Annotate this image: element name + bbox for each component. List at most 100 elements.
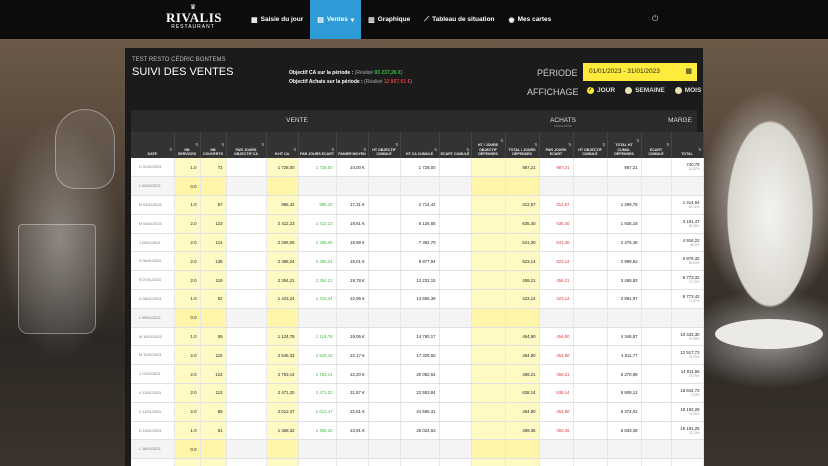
cell-date: D 01/01/2023 bbox=[131, 158, 175, 178]
column-header[interactable]: ⇅ HT OBJECTIF CUMULÉ bbox=[368, 132, 401, 158]
cell-empty bbox=[641, 439, 672, 460]
column-header[interactable]: ⇅ ECART CUMULÉ bbox=[641, 132, 672, 158]
cell-dep-ecart: 665,23 bbox=[539, 458, 574, 466]
table-row[interactable]: V 06/01/2023 2.0 138 2 485,24 2 485,24 18,01 … bbox=[131, 251, 704, 272]
cell-empty bbox=[573, 195, 608, 215]
table-row[interactable]: J 12/01/2023 2.0 124 2 753,14 2 753,14 22,20 … bbox=[131, 364, 704, 385]
column-header[interactable]: ⇅ H.HT CA bbox=[266, 132, 299, 158]
nav-saisie-du-jour[interactable]: ▦ Saisie du jour bbox=[244, 0, 310, 39]
objectif-achats-realise: 12 867,01 € bbox=[383, 79, 411, 85]
cell-empty bbox=[471, 233, 506, 253]
table-row[interactable]: D 01/01/2023 1.0 72 1 728,00 1 728,00 24,00 €… bbox=[131, 158, 704, 178]
column-header[interactable]: ⇅ HT OBJECTIF CUMULÉ bbox=[573, 132, 608, 158]
wine-glass-decoration bbox=[55, 109, 115, 189]
cell-ca: 2 412,23 bbox=[266, 214, 299, 234]
cell-ca-cumul: 20 082,64 bbox=[400, 364, 440, 385]
cell-dep-cumul: 3 458,83 bbox=[607, 270, 642, 291]
cell-date: S 14/01/2023 bbox=[131, 402, 175, 422]
cell-empty bbox=[471, 214, 506, 234]
column-header[interactable]: ⇅ NB COUVERTS bbox=[200, 132, 227, 158]
column-header[interactable]: ⇅ ECART CUMULÉ bbox=[439, 132, 472, 158]
cell-ca: 2 549,33 bbox=[266, 345, 299, 366]
cell-empty bbox=[641, 214, 672, 234]
cell-services: 2.0 bbox=[174, 233, 201, 253]
cell-ca: 2 266,05 bbox=[266, 233, 299, 253]
cell-empty bbox=[641, 402, 672, 422]
cell-panier: 19,78 € bbox=[336, 270, 369, 291]
table-row[interactable]: D 15/01/2023 1.0 61 1 458,32 1 458,32 23,91 €… bbox=[131, 421, 704, 441]
cell-marge: 20 251,16 bbox=[671, 458, 704, 466]
cell-date: S 07/01/2023 bbox=[131, 270, 175, 291]
column-header[interactable]: ⇅ HT CA CUMULÉ bbox=[400, 132, 440, 158]
column-header[interactable]: ⇅ TOTAL / JOURS DÉPENSES bbox=[505, 132, 540, 158]
column-header[interactable]: ⇅ DATE bbox=[131, 132, 175, 158]
cell-empty bbox=[368, 251, 401, 272]
rivalis-logo[interactable]: ♛ RIVALIS RESTAURANT bbox=[166, 4, 222, 34]
table-row[interactable]: L 02/01/2023 0.0 bbox=[131, 176, 704, 197]
cell-couverts bbox=[200, 439, 227, 460]
cell-empty bbox=[439, 195, 472, 215]
cell-ca-cumul: 13 655,39 bbox=[400, 289, 440, 309]
cell-dep-cumul: 987,21 bbox=[607, 158, 642, 178]
radio-mois[interactable]: MOIS bbox=[674, 87, 701, 94]
group-header-achats: ACHATS FACULTATIF bbox=[463, 110, 663, 132]
cell-ecart: 2 412,23 bbox=[298, 214, 337, 234]
cell-panier: 17,31 € bbox=[336, 195, 369, 215]
cell-empty bbox=[573, 345, 608, 366]
cell-panier: 23,91 € bbox=[336, 421, 369, 441]
cell-ecart: 1 728,00 bbox=[298, 158, 337, 178]
column-header[interactable]: ⇅ TOTAL HT CUMUL DÉPENSES bbox=[607, 132, 642, 158]
cell-ca-cumul: 1 728,00 bbox=[400, 158, 440, 178]
cell-ecart: 1 725,14 bbox=[298, 458, 337, 466]
column-header[interactable]: ⇅ NB SERVICES bbox=[174, 132, 201, 158]
table-row[interactable]: D 08/01/2023 1.0 62 1 423,24 1 423,24 22,96 €… bbox=[131, 289, 704, 309]
cell-ca: 1 124,78 bbox=[266, 327, 299, 347]
table-row[interactable]: J 05/01/2023 2.0 114 2 266,05 2 266,05 19,88 … bbox=[131, 233, 704, 253]
cell-empty bbox=[226, 270, 267, 291]
table-row[interactable]: S 14/01/2023 2.0 89 2 012,47 2 012,47 22,61 €… bbox=[131, 402, 704, 422]
column-header[interactable]: ⇅ HT / JOURS OBJECTIF DÉPENSES bbox=[471, 132, 506, 158]
cell-marge: 8 773,32 71,72% bbox=[671, 270, 704, 291]
radio-semaine[interactable]: SEMAINE bbox=[625, 87, 665, 94]
cell-ca-cumul bbox=[400, 308, 440, 328]
cell-ca bbox=[266, 176, 299, 197]
cell-marge: 9 773,42 71,57% bbox=[671, 289, 704, 309]
cell-dep-cumul bbox=[607, 176, 642, 197]
radio-jour[interactable]: JOUR bbox=[587, 86, 615, 94]
cell-marge: 6 878,32 69,63% bbox=[671, 251, 704, 272]
cell-ca: 1 725,14 bbox=[266, 458, 299, 466]
radio-unchecked-icon bbox=[674, 87, 682, 94]
table-row[interactable]: M 03/01/2023 1.0 57 986,42 986,42 17,31 €2 71… bbox=[131, 195, 704, 215]
table-row[interactable]: M 17/01/20231.0671 725,141 725,1425,75 €… bbox=[131, 458, 704, 466]
cell-dep-ecart: 464,90 bbox=[539, 345, 574, 366]
column-header[interactable]: ⇅ PAR JOURS ECART bbox=[539, 132, 574, 158]
table-row[interactable]: S 07/01/2023 2.0 119 2 354,21 2 354,21 19,78 … bbox=[131, 270, 704, 291]
table-row[interactable]: M 10/01/2023 1.0 59 1 124,78 1 124,78 19,06 €… bbox=[131, 327, 704, 347]
cell-panier: 22,17 € bbox=[336, 345, 369, 366]
periode-date-range-input[interactable]: 01/01/2023 - 31/01/2023 ▦ bbox=[583, 63, 697, 81]
plate-decoration bbox=[715, 319, 823, 349]
nav-graphique[interactable]: ▥ Graphique bbox=[361, 0, 417, 39]
column-header[interactable]: ⇅ PAR JOURS ECART bbox=[298, 132, 337, 158]
cell-empty bbox=[368, 421, 401, 441]
cell-empty bbox=[368, 402, 401, 422]
nav-tableau-de-situation[interactable]: ⟋ Tableau de situation bbox=[417, 0, 501, 39]
column-header[interactable]: ⇅ TOTAL bbox=[671, 132, 704, 158]
table-row[interactable]: V 13/01/2023 2.0 113 2 471,20 2 471,20 21,87 … bbox=[131, 383, 704, 403]
power-icon[interactable]: ⏻ bbox=[652, 14, 658, 24]
cell-empty bbox=[226, 327, 267, 347]
column-header[interactable]: ⇅ PAR JOURS OBJECTIF CA bbox=[226, 132, 267, 158]
cell-date: V 06/01/2023 bbox=[131, 251, 175, 272]
table-row[interactable]: L 16/01/2023 0.0 bbox=[131, 439, 704, 460]
cell-empty bbox=[471, 327, 506, 347]
table-row[interactable]: M 04/01/2023 2.0 123 2 412,23 2 412,23 19,61 … bbox=[131, 214, 704, 234]
cell-dep-obj: 665,23 bbox=[505, 458, 540, 466]
cell-empty bbox=[368, 270, 401, 291]
nav-mes-cartes[interactable]: ◉ Mes cartes bbox=[502, 0, 559, 39]
line-chart-icon: ⟋ bbox=[424, 15, 430, 23]
nav-ventes[interactable]: ▤ Ventes ▾ bbox=[310, 0, 362, 39]
table-row[interactable]: L 09/01/2023 0.0 bbox=[131, 308, 704, 328]
cell-empty bbox=[641, 364, 672, 385]
table-row[interactable]: M 11/01/2023 2.0 115 2 549,33 2 549,33 22,17 … bbox=[131, 345, 704, 366]
column-header[interactable]: ⇅ PANIER MOYEN bbox=[336, 132, 369, 158]
